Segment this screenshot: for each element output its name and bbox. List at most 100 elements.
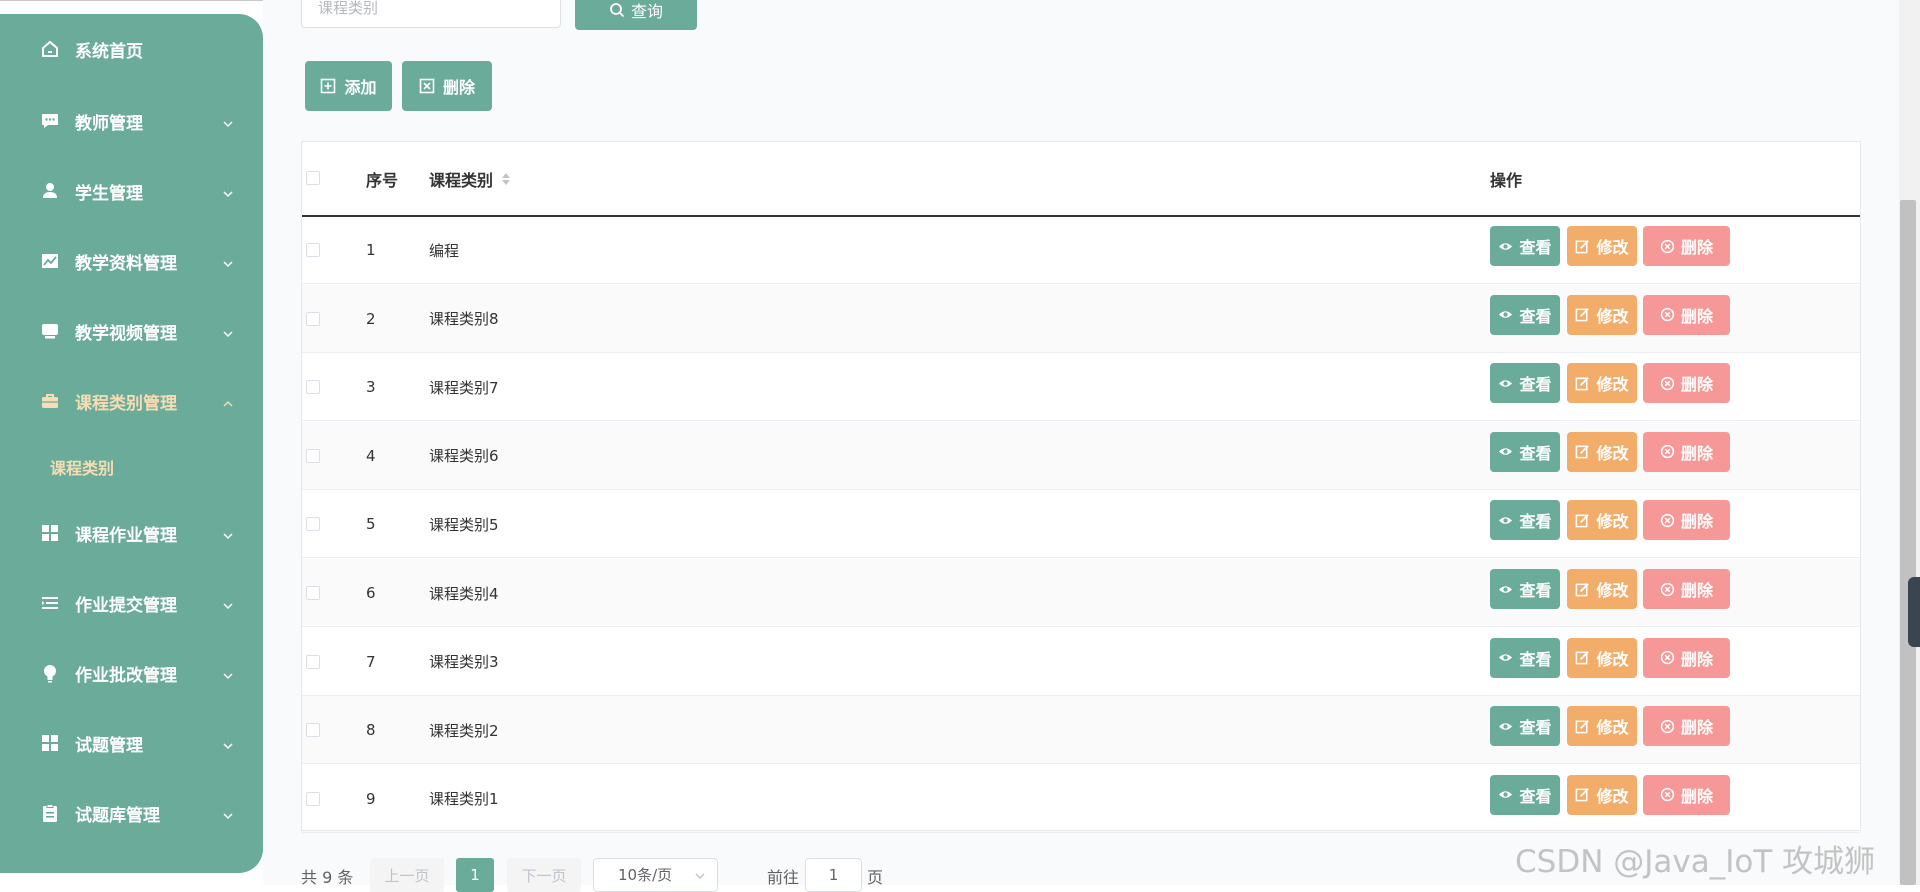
row-no: 9 <box>366 789 376 808</box>
sidebar-item-student[interactable]: 学生管理 <box>0 171 263 211</box>
delete-button-label: 删除 <box>1680 581 1713 600</box>
sidebar-item-submission[interactable]: 作业提交管理 <box>0 583 263 623</box>
grid-icon <box>40 733 60 753</box>
column-header-category-label: 课程类别 <box>429 170 494 190</box>
view-button-label: 查看 <box>1519 786 1552 806</box>
sidebar-item-teacher[interactable]: 教师管理 <box>0 101 263 141</box>
view-button[interactable]: 查看 <box>1490 431 1560 472</box>
close-circle-icon <box>1660 513 1675 528</box>
view-button[interactable]: 查看 <box>1490 500 1560 541</box>
chevron-down-icon <box>222 325 234 338</box>
sidebar-subitem-course-category[interactable]: 课程类别 <box>50 455 114 479</box>
page-size-select[interactable]: 10条/页 <box>593 858 718 892</box>
chevron-down-icon <box>695 873 705 880</box>
table-row: 8 课程类别2 查看 修改 删除 <box>302 696 1860 765</box>
view-button[interactable]: 查看 <box>1490 226 1560 266</box>
query-button[interactable]: 查询 <box>575 0 697 30</box>
delete-button[interactable]: 删除 <box>1643 431 1730 472</box>
edit-button[interactable]: 修改 <box>1567 569 1637 609</box>
row-checkbox[interactable] <box>306 448 320 463</box>
view-button[interactable]: 查看 <box>1490 637 1560 678</box>
view-button-label: 查看 <box>1519 375 1552 395</box>
sidebar-item-homework[interactable]: 课程作业管理 <box>0 513 263 553</box>
add-button[interactable]: 添加 <box>305 61 392 111</box>
row-checkbox[interactable] <box>306 654 320 669</box>
delete-button[interactable]: 删除 <box>1643 363 1730 404</box>
edit-button[interactable]: 修改 <box>1567 706 1637 747</box>
sidebar-item-course-category[interactable]: 课程类别管理 <box>0 381 263 421</box>
list-icon <box>40 593 60 613</box>
delete-button-label: 删除 <box>1680 718 1713 738</box>
sidebar-item-materials[interactable]: 教学资料管理 <box>0 241 263 281</box>
eye-icon <box>1499 654 1513 661</box>
sidebar-item-question-bank[interactable]: 试题库管理 <box>0 793 263 833</box>
row-checkbox[interactable] <box>306 586 320 600</box>
row-checkbox[interactable] <box>306 311 320 326</box>
view-button-label: 查看 <box>1519 306 1552 326</box>
sidebar-item-questions[interactable]: 试题管理 <box>0 723 263 763</box>
sidebar-item-grading[interactable]: 作业批改管理 <box>0 653 263 693</box>
select-all-checkbox[interactable] <box>306 171 320 185</box>
row-category: 课程类别4 <box>429 584 499 603</box>
delete-button[interactable]: 删除 <box>1643 774 1730 815</box>
sidebar-item-videos[interactable]: 教学视频管理 <box>0 311 263 351</box>
delete-button[interactable]: 删除 <box>1643 706 1730 747</box>
sidebar-item-label: 试题管理 <box>75 735 143 756</box>
edit-button[interactable]: 修改 <box>1567 774 1637 815</box>
row-category: 课程类别1 <box>429 790 499 809</box>
view-button[interactable]: 查看 <box>1490 363 1560 404</box>
search-input[interactable]: 课程类别 <box>301 0 561 28</box>
table-row: 9 课程类别1 查看 修改 删除 <box>302 765 1860 833</box>
row-checkbox[interactable] <box>306 791 320 806</box>
sidebar: 系统首页 教师管理 学生管理 教学资料管理 教学视频管理 课程类别管理 课程类别… <box>0 14 263 873</box>
page-size-value: 10条/页 <box>618 866 673 884</box>
row-checkbox[interactable] <box>306 380 320 395</box>
edit-button[interactable]: 修改 <box>1567 500 1637 541</box>
edit-button[interactable]: 修改 <box>1567 226 1637 266</box>
chevron-down-icon <box>222 255 234 268</box>
edit-button-label: 修改 <box>1596 718 1629 738</box>
eye-icon <box>1499 791 1513 799</box>
view-button-label: 查看 <box>1519 649 1552 669</box>
home-icon <box>40 39 60 59</box>
next-page-button[interactable]: 下一页 <box>507 858 581 892</box>
scrollbar-thumb[interactable] <box>1900 200 1916 885</box>
goto-page-input[interactable]: 1 <box>805 858 862 892</box>
view-button[interactable]: 查看 <box>1490 569 1560 609</box>
close-circle-icon <box>1660 239 1675 253</box>
column-header-category[interactable]: 课程类别 <box>429 142 511 215</box>
view-button-label: 查看 <box>1519 443 1552 463</box>
table-header: 序号 课程类别 操作 <box>302 142 1860 217</box>
close-circle-icon <box>1660 376 1675 390</box>
sort-icon[interactable] <box>501 171 511 187</box>
sidebar-item-label: 教师管理 <box>75 113 143 134</box>
delete-button[interactable]: 删除 <box>1643 500 1730 541</box>
delete-button[interactable]: 删除 <box>1643 637 1730 678</box>
table-row: 4 课程类别6 查看 修改 删除 <box>302 421 1860 490</box>
edit-button-label: 修改 <box>1596 649 1629 669</box>
edit-button[interactable]: 修改 <box>1567 637 1637 678</box>
batch-delete-button[interactable]: 删除 <box>402 61 492 111</box>
delete-button[interactable]: 删除 <box>1643 294 1730 335</box>
bulb-icon <box>40 663 60 683</box>
sidebar-item-home[interactable]: 系统首页 <box>0 29 263 69</box>
row-checkbox[interactable] <box>306 517 320 532</box>
data-table: 序号 课程类别 操作 1 编程 查看 修改 删除 2 课程类别8 查看 修改 删除 3 课程类别7 查看… <box>301 141 1861 833</box>
floating-side-widget[interactable] <box>1908 577 1920 647</box>
delete-button[interactable]: 删除 <box>1643 226 1730 266</box>
delete-button[interactable]: 删除 <box>1643 569 1730 609</box>
view-button[interactable]: 查看 <box>1490 294 1560 335</box>
edit-button[interactable]: 修改 <box>1567 363 1637 404</box>
page-number-button[interactable]: 1 <box>456 858 494 892</box>
view-button-label: 查看 <box>1519 718 1552 738</box>
row-checkbox[interactable] <box>306 723 320 738</box>
sidebar-item-label: 教学视频管理 <box>75 323 177 344</box>
row-no: 4 <box>366 446 376 465</box>
view-button[interactable]: 查看 <box>1490 706 1560 747</box>
edit-button[interactable]: 修改 <box>1567 294 1637 335</box>
edit-button[interactable]: 修改 <box>1567 431 1637 472</box>
row-checkbox[interactable] <box>306 243 320 257</box>
monitor-icon <box>40 321 60 341</box>
view-button[interactable]: 查看 <box>1490 774 1560 815</box>
prev-page-button[interactable]: 上一页 <box>370 858 444 892</box>
